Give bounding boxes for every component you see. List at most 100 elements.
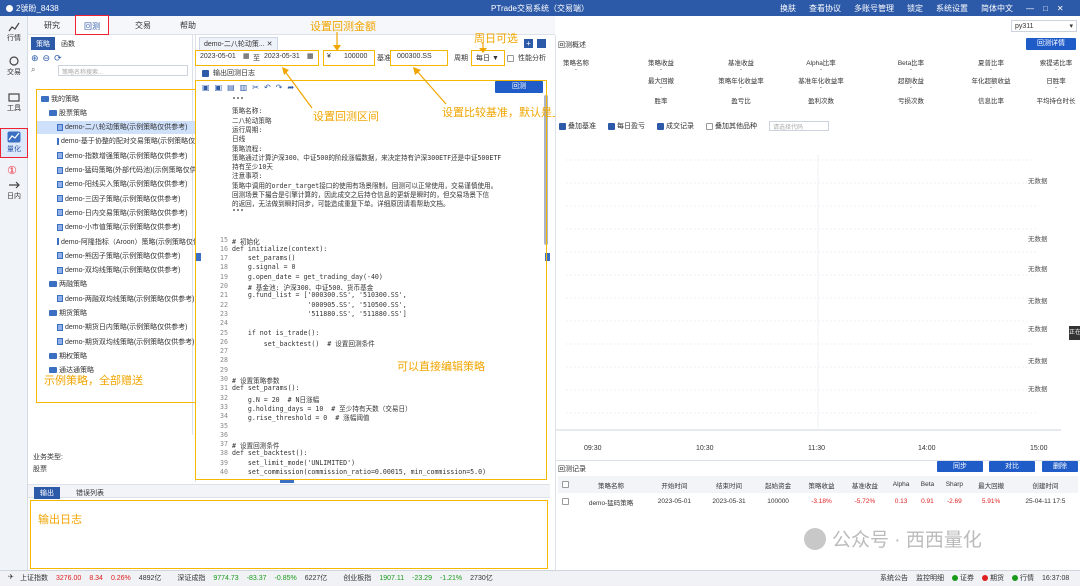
watermark: 公众号 · 西西量化 <box>804 525 982 552</box>
titlebar-action[interactable]: 简体中文 <box>981 3 1013 14</box>
check-daily-pnl[interactable]: 每日盈亏 <box>608 121 645 131</box>
arrow-period-icon <box>479 42 487 53</box>
titlebar-action[interactable]: 查看协议 <box>809 3 841 14</box>
highlight-log <box>30 500 548 569</box>
env-select[interactable]: py311 ▾ <box>1011 20 1077 32</box>
tree-item-label: demo-二八轮动策略(示例策略仅供参考) <box>65 124 188 132</box>
tree-item[interactable]: demo-期货双均线策略(示例策略仅供参考) <box>37 335 213 348</box>
titlebar-action[interactable]: 锁定 <box>907 3 923 14</box>
column-header[interactable]: 结束时间 <box>701 476 757 493</box>
column-header[interactable]: Alpha <box>886 476 916 493</box>
status-announcement[interactable]: 系统公告 <box>880 573 908 583</box>
titlebar-action[interactable]: 换肤 <box>780 3 796 14</box>
status-securities[interactable]: 证券 <box>952 573 974 583</box>
tree-item[interactable]: demo-小市值策略(示例策略仅供参考) <box>37 221 213 234</box>
tree-folder[interactable]: 期权策略 <box>37 349 213 362</box>
column-header[interactable]: 开始时间 <box>647 476 702 493</box>
add-tab-icon[interactable]: + <box>524 39 533 48</box>
column-header[interactable]: 起始资金 <box>756 476 800 493</box>
menu-trade[interactable]: 交易 <box>135 20 151 31</box>
index-item[interactable]: 深证成指 9774.73 -83.37 -0.85% 6227亿 <box>177 573 327 583</box>
tab-functions[interactable]: 函数 <box>56 37 80 50</box>
delete-icon[interactable]: ⊖ <box>43 53 51 64</box>
refresh-icon[interactable]: ⟳ <box>54 53 62 64</box>
tree-item[interactable]: demo-两融双均线策略(示例策略仅供参考) <box>37 292 213 305</box>
row-checkbox[interactable] <box>558 493 575 510</box>
column-header[interactable]: 创建时间 <box>1012 476 1078 493</box>
tree-item[interactable]: demo-二八轮动策略(示例策略仅供参考) <box>37 120 213 134</box>
x-tick-label: 14:00 <box>918 445 936 452</box>
side-tag[interactable]: 正在 <box>1069 326 1080 340</box>
pin-icon[interactable]: ✈ <box>8 573 14 581</box>
close-tab-icon[interactable]: ✕ <box>267 41 273 48</box>
strategy-search-input[interactable]: 策略名称搜索... <box>58 65 188 76</box>
file-icon <box>57 252 63 260</box>
tree-item[interactable]: demo-双均线策略(示例策略仅供参考) <box>37 264 213 277</box>
table-row[interactable]: demo-猛码策略 2023-05-01 2023-05-31 100000 -3.18… <box>558 493 1078 510</box>
column-header[interactable]: Sharp <box>939 476 970 493</box>
index-price: 3276.00 <box>56 574 82 582</box>
strategy-tree: 我的策略 股票策略 demo-二八轮动策略(示例策略仅供参考) demo-基于协整的配… <box>36 89 214 403</box>
tab-strategy[interactable]: 策略 <box>31 37 55 50</box>
check-benchmark[interactable]: 叠加基准 <box>559 121 596 131</box>
sync-button[interactable]: 同步 <box>937 461 983 472</box>
tree-item[interactable]: demo-熊因子策略(示例策略仅供参考) <box>37 249 213 262</box>
check-other[interactable]: 叠加其他品种 <box>706 121 757 131</box>
tree-item[interactable]: demo-基于协整的配对交易策略(示例策略仅供参考) <box>37 135 213 148</box>
column-header[interactable]: 基准收益 <box>843 476 887 493</box>
column-header[interactable]: 策略收益 <box>799 476 844 493</box>
tree-item[interactable]: demo-指数增强策略(示例策略仅供参考) <box>37 149 213 162</box>
titlebar-action[interactable]: 多账号管理 <box>854 3 894 14</box>
file-icon <box>57 238 59 245</box>
editor-tab[interactable]: demo-二八轮动策... ✕ <box>199 37 278 51</box>
close-icon[interactable]: ✕ <box>1057 4 1064 13</box>
titlebar-action[interactable]: 系统设置 <box>936 3 968 14</box>
tree-folder[interactable]: 我的策略 <box>37 92 213 105</box>
index-chg: -83.37 <box>246 574 267 582</box>
tree-item[interactable]: demo-期货日内策略(示例策略仅供参考) <box>37 321 213 334</box>
column-header[interactable]: 策略名称 <box>575 476 648 493</box>
status-futures[interactable]: 期货 <box>982 573 1004 583</box>
tree-item[interactable]: demo-猛码策略(外部代码池)(示例策略仅供参考) <box>37 164 213 177</box>
menu-research[interactable]: 研究 <box>44 20 60 31</box>
rail-item-intraday[interactable]: 日内 <box>0 180 28 206</box>
check-trades[interactable]: 成交记录 <box>657 121 694 131</box>
rail-item-trade[interactable]: 交易 <box>0 56 28 82</box>
perf-analysis-check[interactable]: 性能分析 <box>507 53 546 63</box>
tree-item[interactable]: demo-日内交易策略(示例策略仅供参考) <box>37 206 213 219</box>
tree-folder[interactable]: 两融策略 <box>37 278 213 291</box>
tree-item[interactable]: demo-阿隆指标（Aroon）策略(示例策略仅供参考) <box>37 235 213 248</box>
panel-toggle-icon[interactable] <box>537 39 546 48</box>
rail-item-market[interactable]: 行情 <box>0 22 28 48</box>
status-monitor[interactable]: 监控明细 <box>916 573 944 583</box>
tab-output[interactable]: 输出 <box>34 487 60 499</box>
tree-item[interactable]: demo-三因子策略(示例策略仅供参考) <box>37 192 213 205</box>
log-output-check[interactable]: 输出回测日志 <box>202 68 255 78</box>
tree-folder[interactable]: 期货策略 <box>37 307 213 320</box>
select-all-checkbox[interactable] <box>558 476 576 493</box>
index-item[interactable]: 上证指数 3276.00 8.34 0.26% 4892亿 <box>20 573 161 583</box>
maximize-icon[interactable]: □ <box>1043 4 1048 13</box>
tree-item[interactable]: demo-阳线买入策略(示例策略仅供参考) <box>37 178 213 191</box>
index-item[interactable]: 创业板指 1907.11 -23.29 -1.21% 2730亿 <box>343 573 492 583</box>
minimize-icon[interactable]: — <box>1026 4 1034 13</box>
status-market[interactable]: 行情 <box>1012 573 1034 583</box>
rail-item-quant[interactable]: 量化 <box>0 128 28 158</box>
add-icon[interactable]: ⊕ <box>31 53 39 64</box>
menu-help[interactable]: 帮助 <box>180 20 196 31</box>
stat-value: - <box>659 84 663 91</box>
stat-value: - <box>739 84 743 91</box>
tab-errors[interactable]: 错误列表 <box>73 487 107 499</box>
delete-button[interactable]: 删除 <box>1042 461 1078 472</box>
overlay-code-input[interactable]: 请选择代码 <box>769 121 829 131</box>
right-panel: py311 ▾ 回测概述 回测详情 策略名称 - 策略收益 - 基准收益 - Alpha比率 -… <box>555 20 1080 570</box>
tree-folder[interactable]: 股票策略 <box>37 106 213 119</box>
compare-button[interactable]: 对比 <box>989 461 1035 472</box>
business-type-label: 业务类型: <box>33 454 63 461</box>
menu-backtest[interactable]: 回测 <box>75 15 109 35</box>
column-header[interactable]: Beta <box>915 476 940 493</box>
column-header[interactable]: 最大回撤 <box>969 476 1013 493</box>
rail-item-tools[interactable]: 工具 <box>0 92 28 118</box>
file-icon <box>57 152 63 160</box>
records-header: 策略名称 开始时间 结束时间 起始资金 策略收益 基准收益 Alpha Beta Sharp 最大… <box>558 476 1078 493</box>
